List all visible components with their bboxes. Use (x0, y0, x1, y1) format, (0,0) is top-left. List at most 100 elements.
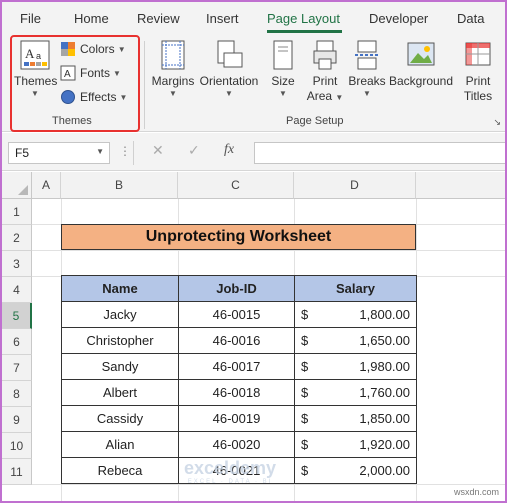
name-box[interactable]: F5 ▼ (8, 142, 110, 164)
column-header-e[interactable] (416, 172, 505, 199)
header-salary[interactable]: Salary (294, 275, 417, 302)
size-button[interactable]: Size ▼ (268, 39, 298, 99)
formula-bar: F5 ▼ ⋮ ✕ ✓ fx (2, 133, 505, 171)
name-box-value: F5 (15, 146, 30, 160)
job-id-cell[interactable]: 46-0018 (178, 379, 295, 406)
menu-bar: File Home Review Insert Page Layout Deve… (2, 2, 505, 35)
dialog-launcher-icon[interactable]: ↘ (493, 117, 501, 128)
column-header-a[interactable]: A (32, 172, 61, 199)
name-cell[interactable]: Sandy (61, 353, 179, 380)
header-name[interactable]: Name (61, 275, 179, 302)
tab-file[interactable]: File (20, 11, 41, 26)
name-cell[interactable]: Cassidy (61, 405, 179, 432)
more-options-icon[interactable]: ⋮ (119, 144, 131, 158)
tab-home[interactable]: Home (74, 11, 109, 26)
margins-button[interactable]: Margins ▼ (150, 39, 196, 99)
column-header-b[interactable]: B (61, 172, 178, 199)
breaks-icon (355, 40, 379, 70)
select-all-button[interactable] (2, 172, 32, 199)
header-job-id[interactable]: Job-ID (178, 275, 295, 302)
name-cell[interactable]: Jacky (61, 301, 179, 328)
salary-cell[interactable]: $1,980.00 (294, 353, 417, 380)
group-separator (144, 41, 145, 129)
print-titles-button[interactable]: Print Titles (458, 39, 498, 104)
job-id-cell[interactable]: 46-0019 (178, 405, 295, 432)
background-button[interactable]: Background (388, 39, 454, 89)
watermark-brand: exceldemy (184, 458, 277, 478)
print-area-icon (313, 40, 337, 70)
orientation-icon (217, 40, 243, 68)
row-header[interactable]: 8 (2, 381, 32, 407)
salary-cell[interactable]: $2,000.00 (294, 457, 417, 484)
table-row: Cassidy 46-0019 $1,850.00 (61, 405, 417, 432)
formula-separator (133, 141, 134, 165)
row-header[interactable]: 4 (2, 277, 32, 303)
tab-insert[interactable]: Insert (206, 11, 239, 26)
salary-cell[interactable]: $1,650.00 (294, 327, 417, 354)
cancel-icon[interactable]: ✕ (152, 142, 164, 159)
active-tab-indicator (267, 30, 342, 33)
name-cell[interactable]: Christopher (61, 327, 179, 354)
tab-developer[interactable]: Developer (369, 11, 428, 26)
watermark-tagline: EXCEL · DATA · BI (187, 479, 273, 485)
excel-window: File Home Review Insert Page Layout Deve… (0, 0, 507, 503)
currency-symbol: $ (301, 359, 309, 374)
row-header[interactable]: 6 (2, 329, 32, 355)
column-header-d[interactable]: D (294, 172, 416, 199)
background-icon (407, 42, 435, 66)
breaks-label: Breaks (348, 74, 386, 88)
ribbon: A a Themes ▼ Colors ▼ A Fonts ▼ Effects … (2, 35, 505, 132)
table-header-row: Name Job-ID Salary (61, 275, 417, 302)
tab-review[interactable]: Review (137, 11, 180, 26)
salary-cell[interactable]: $1,920.00 (294, 431, 417, 458)
salary-amount: 2,000.00 (359, 463, 410, 478)
row-header[interactable]: 1 (2, 199, 32, 225)
row-header[interactable]: 11 (2, 459, 32, 485)
chevron-down-icon: ▼ (279, 89, 287, 98)
print-area-label-1: Print (312, 74, 338, 88)
job-id-cell[interactable]: 46-0016 (178, 327, 295, 354)
tab-data[interactable]: Data (457, 11, 484, 26)
job-id-cell[interactable]: 46-0015 (178, 301, 295, 328)
formula-input[interactable] (254, 142, 505, 164)
salary-cell[interactable]: $1,760.00 (294, 379, 417, 406)
enter-icon[interactable]: ✓ (188, 142, 200, 159)
row-header[interactable]: 2 (2, 225, 32, 251)
tab-page-layout[interactable]: Page Layout (267, 11, 340, 26)
gridline (32, 250, 505, 251)
name-cell[interactable]: Albert (61, 379, 179, 406)
table-row: Alian 46-0020 $1,920.00 (61, 431, 417, 458)
row-header[interactable]: 3 (2, 251, 32, 277)
insert-function-icon[interactable]: fx (224, 142, 234, 158)
worksheet-title-cell[interactable]: Unprotecting Worksheet (61, 224, 416, 250)
chevron-down-icon: ▼ (169, 89, 177, 98)
currency-symbol: $ (301, 463, 309, 478)
row-header[interactable]: 10 (2, 433, 32, 459)
salary-table: Name Job-ID Salary Jacky 46-0015 $1,800.… (61, 275, 417, 484)
row-header[interactable]: 7 (2, 355, 32, 381)
salary-cell[interactable]: $1,800.00 (294, 301, 417, 328)
salary-amount: 1,850.00 (359, 411, 410, 426)
salary-amount: 1,920.00 (359, 437, 410, 452)
margins-icon (161, 40, 185, 70)
print-titles-label-1: Print (465, 74, 491, 88)
name-cell[interactable]: Rebeca (61, 457, 179, 484)
name-cell[interactable]: Alian (61, 431, 179, 458)
orientation-button[interactable]: Orientation ▼ (198, 39, 260, 99)
breaks-button[interactable]: Breaks ▼ (348, 39, 386, 99)
margins-label: Margins (151, 74, 195, 88)
worksheet-grid[interactable]: A B C D 1 2 3 4 5 6 7 8 9 10 11 Unprotec… (2, 172, 505, 501)
row-header-selected[interactable]: 5 (2, 303, 32, 329)
print-area-label-2: Area (306, 89, 333, 103)
chevron-down-icon: ▼ (225, 89, 233, 98)
column-header-c[interactable]: C (178, 172, 294, 199)
themes-group-highlight (10, 35, 140, 132)
job-id-cell[interactable]: 46-0020 (178, 431, 295, 458)
salary-amount: 1,760.00 (359, 385, 410, 400)
print-area-button[interactable]: Print Area ▼ (304, 39, 346, 104)
job-id-cell[interactable]: 46-0017 (178, 353, 295, 380)
salary-cell[interactable]: $1,850.00 (294, 405, 417, 432)
table-row: Jacky 46-0015 $1,800.00 (61, 301, 417, 328)
currency-symbol: $ (301, 333, 309, 348)
row-header[interactable]: 9 (2, 407, 32, 433)
